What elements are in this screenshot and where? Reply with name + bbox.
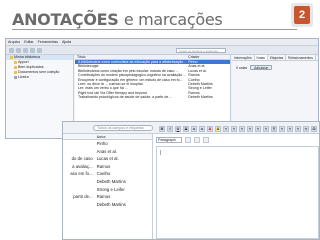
list-item[interactable]: partir de... Ramos <box>63 193 152 201</box>
superscript-button[interactable]: x <box>199 125 205 132</box>
highlight-button[interactable]: A <box>215 125 221 132</box>
format-option-button[interactable] <box>185 137 191 143</box>
indent-button[interactable]: ≡ <box>279 125 285 132</box>
editor-search-input[interactable]: Todos os campos e etiquetas <box>93 125 153 131</box>
column-title[interactable]: Título <box>75 55 186 59</box>
subscript-button[interactable]: x <box>191 125 197 132</box>
menu-ajuda[interactable]: Ajuda <box>62 40 71 44</box>
paragraph-button[interactable]: ¶ <box>271 125 277 132</box>
new-item-icon[interactable] <box>16 48 21 53</box>
blockquote-button[interactable]: ≡ <box>263 125 269 132</box>
align-left-button[interactable]: ≡ <box>223 125 229 132</box>
clear-format-button[interactable]: ≡ <box>295 125 301 132</box>
zotero-toolbar: Todos os campos e etiquetas <box>6 46 318 55</box>
attach-icon[interactable] <box>37 48 42 53</box>
menu-ferramentas[interactable]: Ferramentas <box>38 40 58 44</box>
notes-section: 0 notas Adicionar <box>236 65 273 70</box>
new-note-icon[interactable] <box>30 48 35 53</box>
slide-title-main: ANOTAÇÕES <box>12 10 119 29</box>
list-item[interactable]: Debeth Martins <box>63 178 152 186</box>
list-item[interactable]: a avaliaç... Ramos <box>63 163 152 171</box>
note-editor-pane: Paragraph | <box>154 134 319 239</box>
editor-items-list: Autor Pinho Anas et al. do de caso Lucas … <box>63 134 153 239</box>
slide-number-badge: 2 <box>294 6 310 24</box>
align-right-button[interactable]: ≡ <box>239 125 245 132</box>
link-button[interactable]: ∞ <box>303 125 309 132</box>
add-note-button[interactable]: Adicionar <box>250 65 273 70</box>
format-option-button[interactable] <box>203 137 209 143</box>
list-item[interactable]: Pinho <box>63 140 152 148</box>
folder-icon <box>14 66 17 69</box>
underline-button[interactable]: U <box>175 125 181 132</box>
note-editor-screenshot: Todos os campos e etiquetas B I U S x x … <box>62 121 320 240</box>
zotero-search-input[interactable]: Todos os campos e etiquetas <box>176 48 226 53</box>
add-by-identifier-icon[interactable] <box>23 48 28 53</box>
list-item[interactable]: Strong e Leifer <box>63 186 152 194</box>
italic-button[interactable]: I <box>167 125 173 132</box>
numbered-list-button[interactable]: ≡ <box>255 125 261 132</box>
outdent-button[interactable]: ≡ <box>287 125 293 132</box>
editor-top-bar: Todos os campos e etiquetas B I U S x x … <box>63 122 319 134</box>
editor-column-title[interactable] <box>63 134 95 139</box>
editor-column-author[interactable]: Autor <box>95 134 152 139</box>
bold-button[interactable]: B <box>159 125 165 132</box>
folder-icon <box>14 71 17 74</box>
align-center-button[interactable]: ≡ <box>231 125 237 132</box>
slide-title-sub: e marcações <box>123 10 223 29</box>
text-caret: | <box>160 150 162 156</box>
tab-informacoes[interactable]: Informações <box>232 55 255 60</box>
editor-toolbar: B I U S x x A A ≡ ≡ ≡ ≡ ≡ ≡ ¶ ≡ ≡ ≡ ∞ Ω <box>155 124 319 133</box>
tab-notas[interactable]: Notas <box>254 55 268 60</box>
special-char-button[interactable]: Ω <box>311 125 317 132</box>
text-color-button[interactable]: A <box>207 125 213 132</box>
list-item[interactable]: Anas et al. <box>63 148 152 156</box>
notes-count: 0 notas <box>236 65 248 70</box>
menu-arquivo[interactable]: Arquivo <box>8 40 20 44</box>
menu-editar[interactable]: Editar <box>24 40 33 44</box>
trash-icon <box>14 76 17 79</box>
slide-title: ANOTAÇÕES e marcações <box>12 10 223 29</box>
paragraph-format-select[interactable]: Paragraph <box>156 137 182 143</box>
folder-icon <box>14 61 17 64</box>
note-text-area[interactable]: | <box>156 146 319 239</box>
bullet-list-button[interactable]: ≡ <box>247 125 253 132</box>
new-collection-icon[interactable] <box>9 48 14 53</box>
collection-trash[interactable]: Lixeira <box>6 75 73 80</box>
list-item[interactable]: Debeth Martins <box>63 201 152 209</box>
slide-header: ANOTAÇÕES e marcações 2 <box>0 0 320 34</box>
tab-relacionamentos[interactable]: Relacionamentos <box>286 55 316 60</box>
format-option-button[interactable] <box>194 137 200 143</box>
tab-etiquetas[interactable]: Etiquetas <box>268 55 287 60</box>
zotero-menubar: Arquivo Editar Ferramentas Ajuda <box>6 39 318 46</box>
column-creator[interactable]: Criador <box>186 55 230 59</box>
title-underline <box>12 29 297 30</box>
library-icon <box>10 56 13 59</box>
list-item[interactable]: aso em fo... Coelho <box>63 170 152 178</box>
format-bar: Paragraph <box>156 136 209 144</box>
list-item[interactable]: do de caso Lucas et al. <box>63 155 152 163</box>
item-pane-tabs: Informações Notas Etiquetas Relacionamen… <box>232 55 318 61</box>
table-row[interactable]: Trabalhando psicológicos de saúde de saú… <box>75 95 230 99</box>
strikethrough-button[interactable]: S <box>183 125 189 132</box>
